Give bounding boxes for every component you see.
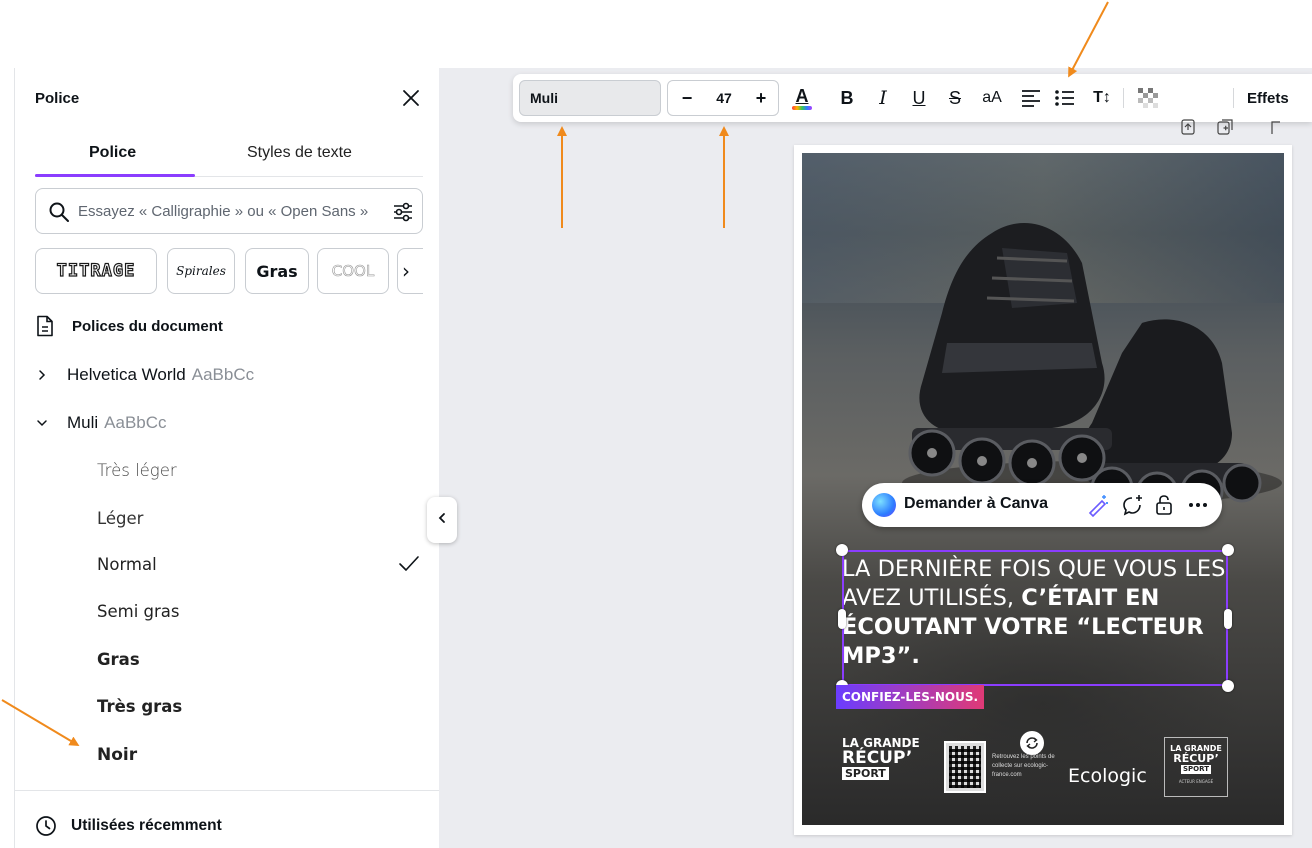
qr-code	[944, 741, 986, 793]
collection-points-text: Retrouvez les points de collecte sur eco…	[992, 754, 1055, 778]
font-panel: Police Police Styles de texte TITRAGE Sp…	[14, 68, 439, 848]
resize-handle-right[interactable]	[1224, 609, 1232, 629]
weight-normal[interactable]: Normal	[97, 555, 157, 574]
document-fonts-label: Polices du document	[72, 317, 223, 335]
chevron-down-icon	[35, 416, 49, 430]
chip-titrage[interactable]: TITRAGE	[35, 248, 157, 294]
font-size-input[interactable]: 47	[702, 81, 746, 115]
text-color-icon: A	[795, 86, 809, 106]
weight-noir[interactable]: Noir	[97, 745, 137, 765]
cta-label: CONFIEZ-LES-NOUS.	[836, 685, 985, 709]
toolbar-divider	[1123, 88, 1124, 108]
lock-icon[interactable]	[1152, 493, 1176, 517]
logo-line: SPORT	[1181, 765, 1211, 774]
recent-fonts-header[interactable]: Utilisées récemment	[35, 814, 222, 838]
toolbar-divider	[1233, 88, 1234, 108]
weight-semi-gras[interactable]: Semi gras	[97, 602, 180, 621]
font-name: Helvetica World	[67, 365, 186, 384]
tab-styles-de-texte[interactable]: Styles de texte	[247, 144, 352, 162]
arrow-to-align-button	[1068, 1, 1109, 78]
poster: Demander à Canva LA DERNIÈRE FOIS QUE VO…	[802, 153, 1284, 825]
text-toolbar: Muli − 47 + A B I U S aA T↕ Effets	[513, 74, 1312, 122]
spacing-button[interactable]: T↕	[1087, 82, 1117, 114]
search-icon	[48, 201, 70, 223]
text-color-button[interactable]: A	[787, 82, 817, 114]
tab-police[interactable]: Police	[89, 144, 136, 162]
document-icon	[35, 315, 55, 337]
weight-gras[interactable]: Gras	[97, 650, 140, 669]
logo-line: RÉCUP’	[842, 748, 913, 768]
document-fonts-header: Polices du document	[35, 314, 223, 338]
check-icon	[397, 554, 421, 574]
bullet-list-icon[interactable]	[1050, 82, 1080, 114]
more-icon[interactable]	[1186, 493, 1210, 517]
weight-tres-leger[interactable]: Très léger	[97, 461, 177, 480]
transparency-icon[interactable]	[1133, 82, 1163, 114]
underline-button[interactable]: U	[907, 82, 931, 114]
panel-title: Police	[35, 90, 80, 107]
resize-handle-top-right[interactable]	[1222, 544, 1234, 556]
color-swatch	[792, 106, 812, 110]
letter-case-button[interactable]: aA	[977, 82, 1007, 114]
weight-leger[interactable]: Léger	[97, 509, 143, 528]
chips-next-button[interactable]: ›	[397, 248, 423, 294]
font-sample: AaBbCc	[104, 413, 167, 432]
increase-size-button[interactable]: +	[746, 81, 776, 115]
font-family-selector[interactable]: Muli	[519, 80, 661, 116]
inline-skates-image	[902, 223, 1282, 513]
recycle-icon	[1020, 731, 1044, 755]
bold-button[interactable]: B	[835, 82, 859, 114]
decrease-size-button[interactable]: −	[672, 81, 702, 115]
selection-outline	[842, 550, 1228, 686]
resize-handle-left[interactable]	[838, 609, 846, 629]
chip-gras[interactable]: Gras	[245, 248, 309, 294]
chip-cool[interactable]: COOL	[317, 248, 389, 294]
strikethrough-button[interactable]: S	[943, 82, 967, 114]
recent-fonts-label: Utilisées récemment	[71, 817, 222, 834]
active-tab-indicator	[35, 174, 195, 177]
effects-button[interactable]: Effets	[1247, 82, 1307, 114]
ask-canva-button[interactable]: Demander à Canva	[904, 495, 1048, 513]
font-name: Muli	[67, 413, 99, 432]
font-size-stepper: − 47 +	[667, 80, 779, 116]
filter-icon[interactable]	[392, 201, 414, 223]
font-item-muli[interactable]: Muli AaBbCc	[35, 408, 167, 438]
clock-icon	[35, 815, 57, 837]
canva-logo-icon	[872, 493, 896, 517]
font-search-input[interactable]	[78, 189, 384, 233]
close-icon[interactable]	[399, 86, 423, 110]
chevron-left-icon	[436, 511, 448, 529]
font-sample: AaBbCc	[191, 365, 255, 384]
font-style-chips: TITRAGE Spirales Gras COOL ›	[35, 248, 423, 294]
weight-tres-gras[interactable]: Très gras	[97, 697, 182, 716]
collapse-panel-button[interactable]	[427, 497, 457, 543]
ecologic-logo: Ecologic	[1068, 765, 1147, 787]
resize-handle-bottom-right[interactable]	[1222, 680, 1234, 692]
divider	[15, 790, 439, 791]
logo-line: RÉCUP’	[1173, 752, 1219, 765]
chevron-right-icon: ›	[402, 259, 410, 283]
page-actions	[1180, 118, 1312, 138]
la-grande-recup-logo: LA GRANDE RÉCUP’ SPORT	[842, 737, 920, 780]
italic-button[interactable]: I	[871, 82, 895, 114]
resize-handle-top-left[interactable]	[836, 544, 848, 556]
logo-line: SPORT	[842, 767, 889, 780]
comment-icon[interactable]	[1120, 493, 1144, 517]
design-page[interactable]: Demander à Canva LA DERNIÈRE FOIS QUE VO…	[794, 145, 1292, 835]
align-left-icon[interactable]	[1016, 82, 1046, 114]
logo-line: ACTEUR ENGAGÉ	[1178, 779, 1214, 784]
acteur-engage-logo: LA GRANDE RÉCUP’ SPORT ACTEUR ENGAGÉ	[1164, 737, 1228, 797]
chevron-right-icon	[35, 368, 49, 382]
font-search-box	[35, 188, 423, 234]
font-item-helvetica-world[interactable]: Helvetica World AaBbCc	[35, 360, 254, 390]
ask-canva-pill: Demander à Canva	[862, 483, 1222, 527]
chip-spirales[interactable]: Spirales	[167, 248, 235, 294]
magic-edit-icon[interactable]	[1086, 493, 1110, 518]
